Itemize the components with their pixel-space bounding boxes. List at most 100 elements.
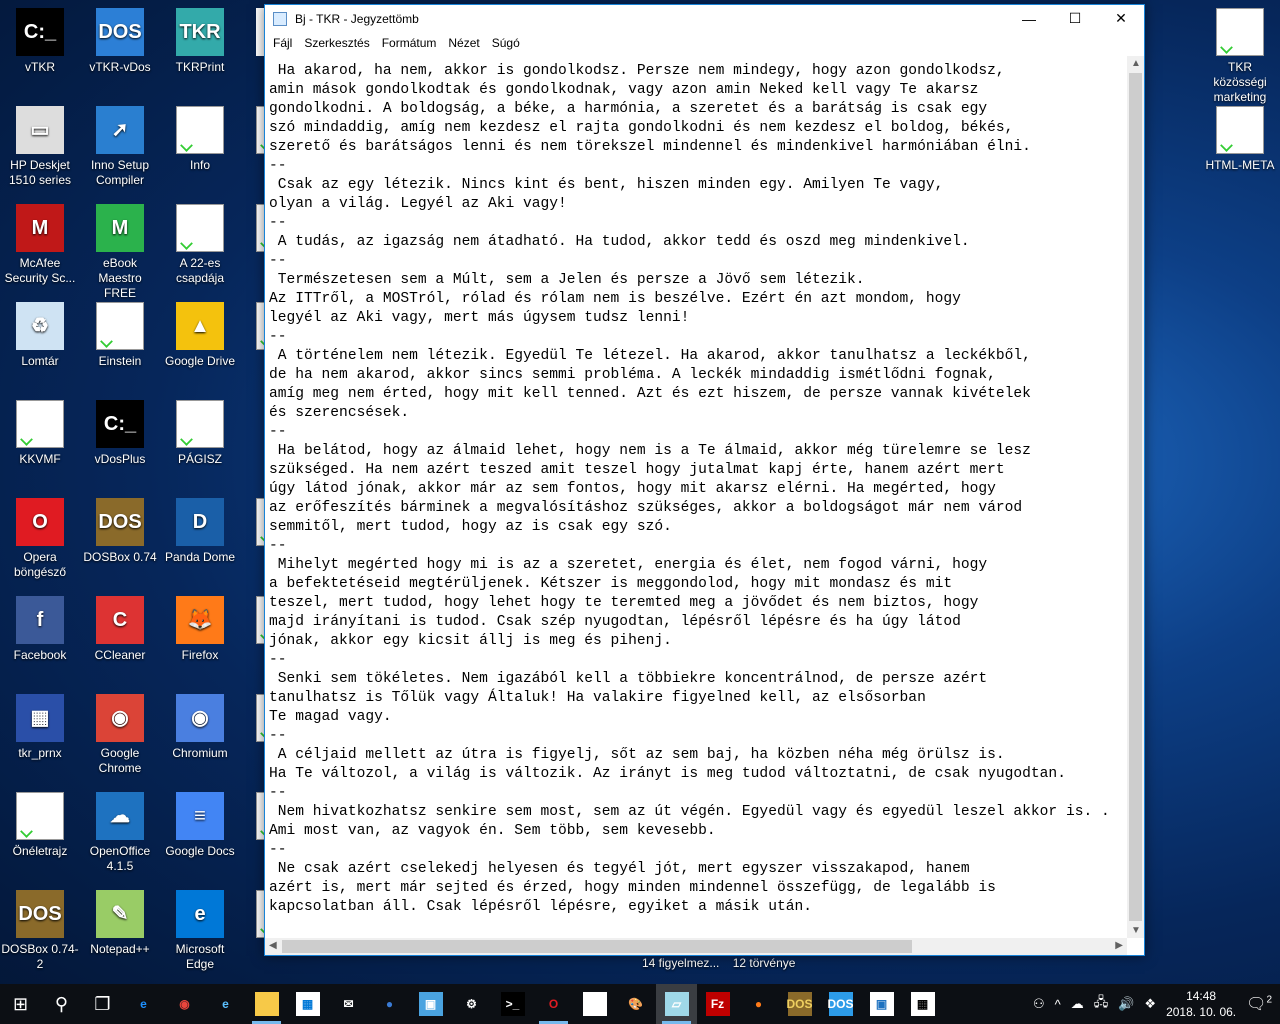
desktop-icon[interactable]: ♻ Lomtár — [1, 302, 79, 369]
icon-label[interactable]: 12 törvénye — [733, 956, 796, 970]
desktop-icon[interactable]: DOS DOSBox 0.74-2 — [1, 890, 79, 972]
desktop-icon[interactable]: ✎ Notepad++ — [81, 890, 159, 957]
desktop-icon[interactable]: TKR TKRPrint — [161, 8, 239, 75]
desktop-icon[interactable]: C:_ vDosPlus — [81, 400, 159, 467]
taskbar-mail[interactable]: ✉ — [328, 984, 369, 1024]
app-icon: ▦ — [16, 694, 64, 742]
scroll-right-icon[interactable]: ▶ — [1115, 940, 1123, 951]
desktop-icon[interactable]: O Opera böngésző — [1, 498, 79, 580]
menu-edit[interactable]: Szerkesztés — [298, 36, 375, 50]
desktop-icon[interactable]: ◉ Google Chrome — [81, 694, 159, 776]
taskbar-notepad[interactable]: ▱ — [656, 984, 697, 1024]
mail-icon: ✉ — [343, 997, 354, 1011]
vertical-scrollbar[interactable]: ▲ ▼ — [1127, 56, 1144, 938]
taskbar-control-panel[interactable]: ▣ — [410, 984, 451, 1024]
menu-view[interactable]: Nézet — [442, 36, 485, 50]
dropbox-icon[interactable]: ❖ — [1144, 996, 1156, 1012]
desktop-icon[interactable]: Einstein — [81, 302, 159, 369]
menu-file[interactable]: Fájl — [267, 36, 298, 50]
clock[interactable]: 14:48 2018. 10. 06. — [1166, 988, 1236, 1020]
taskbar-paint[interactable]: 🎨 — [615, 984, 656, 1024]
edge-icon: e — [140, 997, 147, 1011]
app-icon: 🦊 — [176, 596, 224, 644]
desktop-icon[interactable]: 🦊 Firefox — [161, 596, 239, 663]
desktop-icon[interactable]: ≡ Google Docs — [161, 792, 239, 859]
desktop-icon-tkr-kozossegi-marketing[interactable]: TKR közösségi marketing — [1201, 8, 1279, 105]
taskbar-internet-explorer[interactable]: e — [205, 984, 246, 1024]
desktop-icon[interactable]: M McAfee Security Sc... — [1, 204, 79, 286]
desktop-icon[interactable]: ▭ HP Deskjet 1510 series — [1, 106, 79, 188]
desktop-icon[interactable]: e Microsoft Edge — [161, 890, 239, 972]
desktop-icon[interactable]: C CCleaner — [81, 596, 159, 663]
desktop-icon[interactable]: D Panda Dome — [161, 498, 239, 565]
taskbar-settings[interactable]: ⚙ — [451, 984, 492, 1024]
desktop-icon[interactable]: A 22-es csapdája — [161, 204, 239, 286]
window-title: Bj - TKR - Jegyzettömb — [295, 11, 419, 26]
desktop-icon[interactable]: DOS vTKR-vDos — [81, 8, 159, 75]
desktop-icon[interactable]: C:_ vTKR — [1, 8, 79, 75]
document-icon — [1216, 106, 1264, 154]
chevron-up-icon[interactable]: ^ — [1055, 997, 1061, 1012]
desktop-icon[interactable]: ▲ Google Drive — [161, 302, 239, 369]
desktop-icon[interactable]: MeBook Maestro FREE — [81, 204, 159, 301]
desktop-icon[interactable]: PÁGISZ — [161, 400, 239, 467]
taskbar-opera[interactable]: O — [533, 984, 574, 1024]
taskbar-window-app[interactable]: ▣ — [861, 984, 902, 1024]
desktop-icon[interactable]: f Facebook — [1, 596, 79, 663]
horizontal-scrollbar[interactable]: ◀ ▶ — [265, 938, 1127, 955]
app-icon: ♻ — [16, 302, 64, 350]
scroll-thumb[interactable] — [1129, 73, 1142, 921]
text-editor[interactable]: Ha akarod, ha nem, akkor is gondolkodsz.… — [265, 56, 1127, 938]
taskbar-dosbox[interactable]: DOS — [779, 984, 820, 1024]
taskbar-start[interactable]: ⊞ — [0, 984, 41, 1024]
desktop-icon-html-meta[interactable]: HTML-META — [1201, 106, 1279, 173]
taskbar-firefox[interactable]: ● — [738, 984, 779, 1024]
desktop-icon[interactable]: Önéletrajz — [1, 792, 79, 859]
scroll-thumb[interactable] — [282, 940, 912, 953]
taskbar-edge[interactable]: e — [123, 984, 164, 1024]
volume-icon[interactable]: 🔊 — [1118, 996, 1134, 1012]
taskbar-vdos[interactable]: DOS — [820, 984, 861, 1024]
network-icon[interactable]: 🖧 — [1094, 993, 1109, 1015]
taskbar-file-explorer[interactable]: ▬ — [246, 984, 287, 1024]
desktop-icon[interactable]: DOS DOSBox 0.74 — [81, 498, 159, 565]
taskbar-search[interactable]: ⚲ — [41, 984, 82, 1024]
taskbar-command-prompt[interactable]: >_ — [492, 984, 533, 1024]
taskbar-blank-document[interactable]: ▯ — [574, 984, 615, 1024]
minimize-button[interactable]: — — [1006, 5, 1052, 32]
app-icon: f — [16, 596, 64, 644]
maximize-button[interactable]: ☐ — [1052, 5, 1098, 32]
taskbar-chrome[interactable]: ◉ — [164, 984, 205, 1024]
scroll-up-icon[interactable]: ▲ — [1131, 58, 1141, 69]
app-icon: ➚ — [96, 106, 144, 154]
menu-help[interactable]: Súgó — [486, 36, 526, 50]
icon-label: Önéletrajz — [12, 844, 68, 858]
taskbar-store[interactable]: ▦ — [287, 984, 328, 1024]
opera-icon: O — [548, 997, 559, 1011]
action-center-icon[interactable]: 🗨2 — [1246, 994, 1272, 1014]
thunderbird-icon: ● — [385, 997, 394, 1011]
app-icon: D — [176, 498, 224, 546]
title-bar[interactable]: Bj - TKR - Jegyzettömb — ☐ ✕ — [265, 5, 1144, 32]
menu-format[interactable]: Formátum — [376, 36, 443, 50]
document-text[interactable]: Ha akarod, ha nem, akkor is gondolkodsz.… — [269, 62, 1127, 917]
icon-label[interactable]: 14 figyelmez... — [642, 956, 719, 970]
desktop-icon[interactable]: ➚ Inno Setup Compiler — [81, 106, 159, 188]
taskbar-calculator[interactable]: ▦ — [902, 984, 943, 1024]
desktop-icon[interactable]: Info — [161, 106, 239, 173]
onedrive-icon[interactable]: ☁ — [1071, 996, 1084, 1012]
desktop-icon[interactable]: ▦ tkr_prnx — [1, 694, 79, 761]
taskbar-task-view[interactable]: ❐ — [82, 984, 123, 1024]
desktop-icon[interactable]: KKVMF — [1, 400, 79, 467]
icon-label: tkr_prnx — [18, 746, 62, 760]
scroll-left-icon[interactable]: ◀ — [269, 940, 277, 951]
taskbar-filezilla[interactable]: Fz — [697, 984, 738, 1024]
desktop-icon[interactable]: ☁ OpenOffice 4.1.5 — [81, 792, 159, 874]
desktop-icon[interactable]: ◉ Chromium — [161, 694, 239, 761]
people-icon[interactable]: ⚇ — [1033, 996, 1045, 1012]
task-view-icon: ❐ — [94, 993, 111, 1014]
app-icon — [96, 302, 144, 350]
scroll-down-icon[interactable]: ▼ — [1131, 925, 1141, 936]
taskbar-thunderbird[interactable]: ● — [369, 984, 410, 1024]
close-button[interactable]: ✕ — [1098, 5, 1144, 32]
